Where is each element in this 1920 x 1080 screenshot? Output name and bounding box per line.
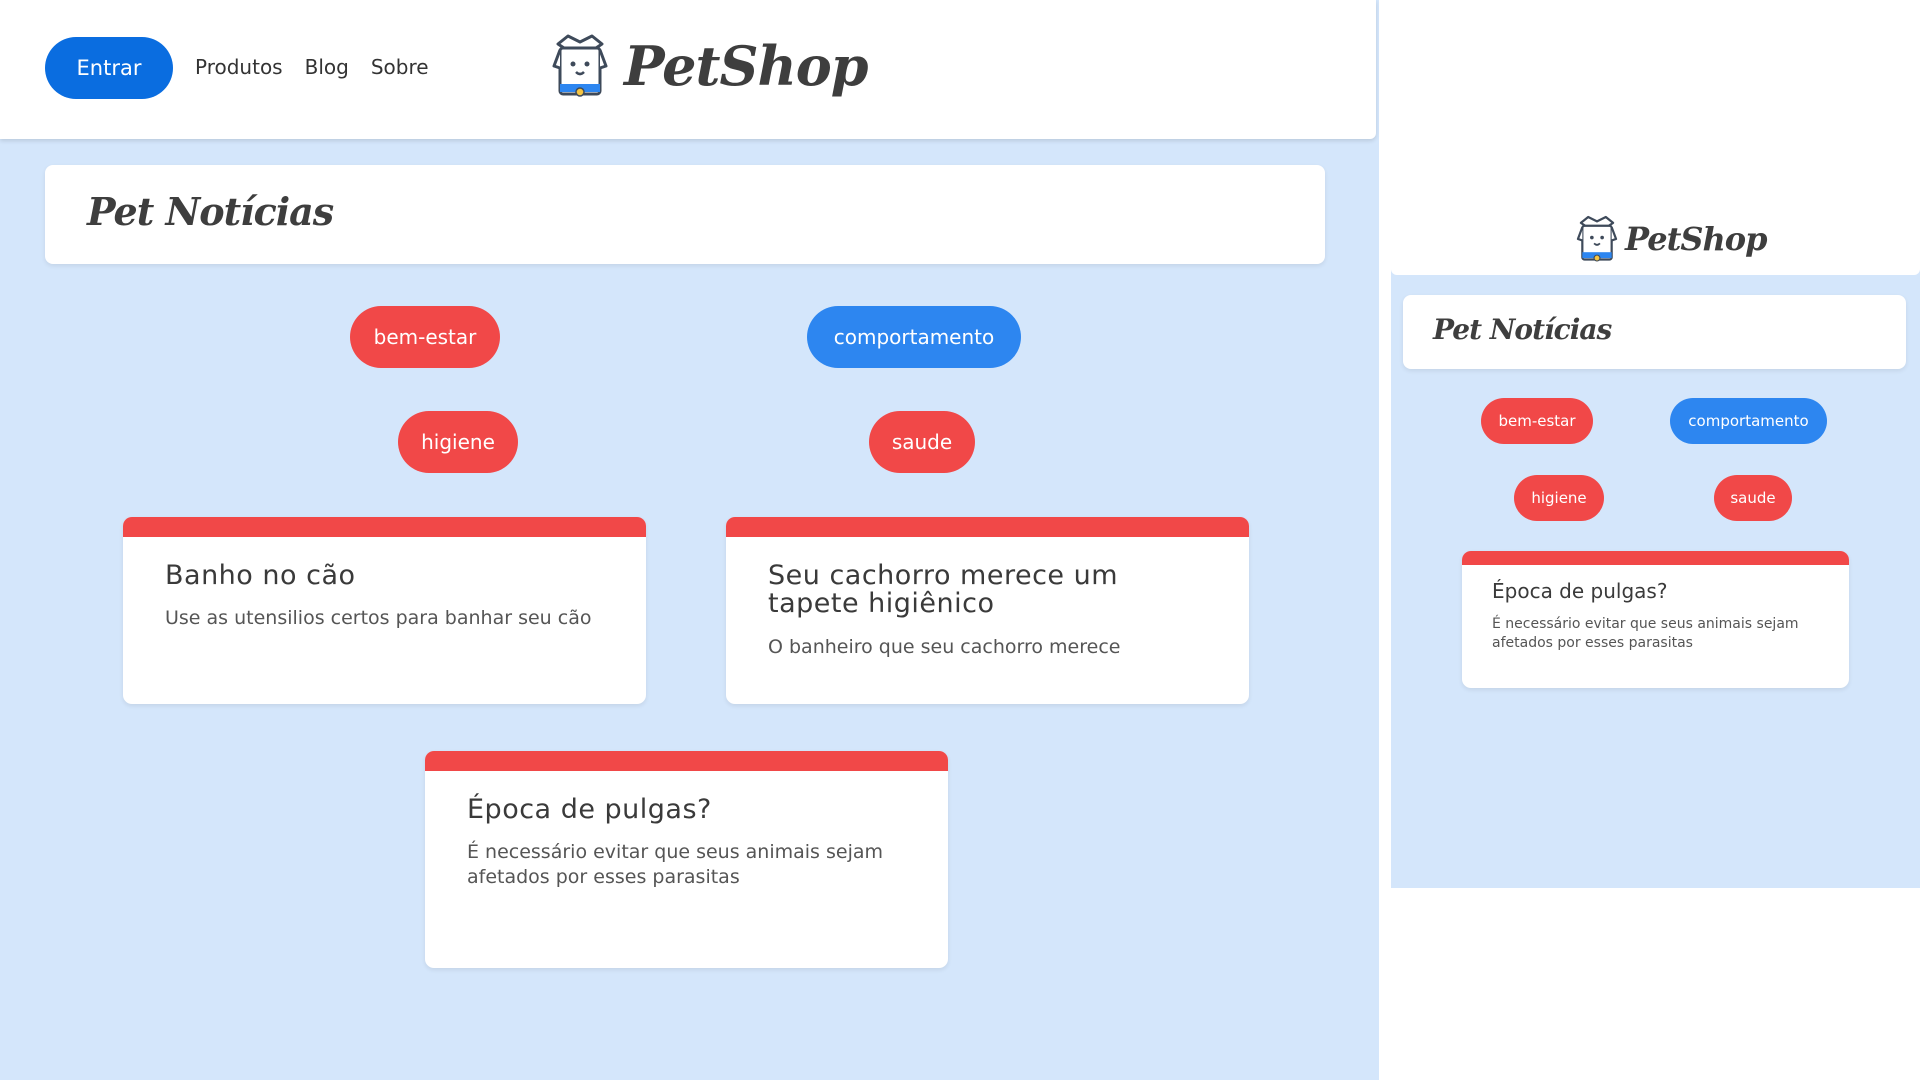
main-nav: Produtos Blog Sobre <box>195 55 429 79</box>
page-title-card: Pet Notícias <box>1403 295 1906 369</box>
post-excerpt: Use as utensilios certos para banhar seu… <box>165 607 592 630</box>
brand-name: PetShop <box>624 34 868 98</box>
post-title: Época de pulgas? <box>1492 579 1668 603</box>
tag-comportamento[interactable]: comportamento <box>1670 398 1827 444</box>
card-accent-bar <box>726 517 1249 537</box>
site-header: Entrar Produtos Blog Sobre PetShop <box>0 0 1376 139</box>
post-card[interactable]: Banho no cão Use as utensilios certos pa… <box>123 517 646 704</box>
tag-bem-estar[interactable]: bem-estar <box>1481 398 1593 444</box>
post-card[interactable]: Época de pulgas? É necessário evitar que… <box>425 751 948 968</box>
post-card[interactable]: Época de pulgas? É necessário evitar que… <box>1462 551 1849 688</box>
tag-comportamento[interactable]: comportamento <box>807 306 1021 368</box>
page-title: Pet Notícias <box>87 189 334 234</box>
tag-bem-estar[interactable]: bem-estar <box>350 306 500 368</box>
dog-box-icon <box>1576 215 1618 262</box>
mobile-view: PetShop Pet Notícias bem-estar comportam… <box>1391 0 1920 888</box>
brand-logo[interactable]: PetShop <box>1575 212 1767 266</box>
card-accent-bar <box>123 517 646 537</box>
brand-name: PetShop <box>1625 220 1767 258</box>
post-excerpt: É necessário evitar que seus animais sej… <box>467 841 884 889</box>
post-card[interactable]: Seu cachorro merece um tapete higiênico … <box>726 517 1249 704</box>
desktop-view: Entrar Produtos Blog Sobre PetShop Pet N… <box>0 0 1379 1080</box>
nav-link-produtos[interactable]: Produtos <box>195 55 283 79</box>
post-excerpt: O banheiro que seu cachorro merece <box>768 635 1121 658</box>
nav-link-sobre[interactable]: Sobre <box>371 55 429 79</box>
post-excerpt: É necessário evitar que seus animais sej… <box>1492 616 1799 651</box>
login-button[interactable]: Entrar <box>45 37 173 99</box>
tag-higiene[interactable]: higiene <box>398 411 518 473</box>
page-title: Pet Notícias <box>1433 313 1612 346</box>
tag-higiene[interactable]: higiene <box>1514 475 1604 521</box>
brand-logo[interactable]: PetShop <box>550 30 868 102</box>
post-title: Época de pulgas? <box>467 794 712 825</box>
card-accent-bar <box>425 751 948 771</box>
page-title-card: Pet Notícias <box>45 165 1325 264</box>
card-accent-bar <box>1462 551 1849 565</box>
mobile-header: PetShop <box>1391 0 1920 275</box>
post-title: Seu cachorro merece um tapete higiênico <box>768 560 1119 620</box>
tag-saude[interactable]: saude <box>869 411 975 473</box>
nav-link-blog[interactable]: Blog <box>305 55 349 79</box>
dog-box-icon <box>552 34 608 97</box>
tag-saude[interactable]: saude <box>1714 475 1792 521</box>
post-title: Banho no cão <box>165 560 356 591</box>
